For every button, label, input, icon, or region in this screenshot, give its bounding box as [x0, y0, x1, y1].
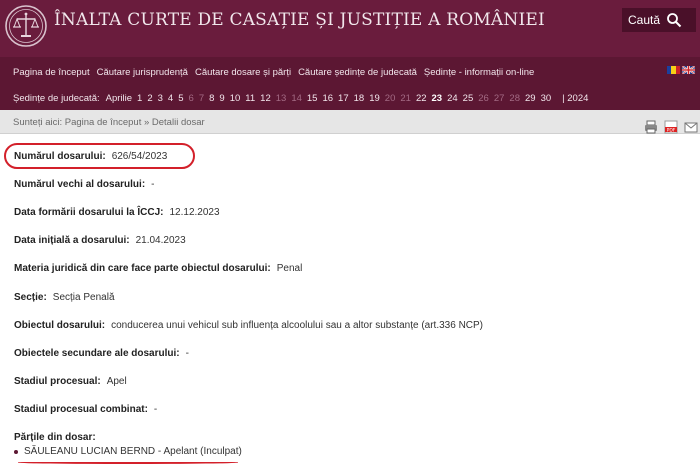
session-day-21[interactable]: 21 [400, 93, 411, 104]
party-underline-highlight [18, 461, 238, 464]
session-day-26[interactable]: 26 [478, 93, 489, 104]
session-day-29[interactable]: 29 [525, 93, 536, 104]
nav-item-home[interactable]: Pagina de început [13, 67, 90, 78]
session-day-9[interactable]: 9 [219, 93, 224, 104]
scales-of-justice-logo[interactable] [4, 4, 48, 48]
detail-legal-matter: Materia juridică din care face parte obi… [14, 263, 303, 274]
session-day-13[interactable]: 13 [276, 93, 287, 104]
detail-procedural-stage: Stadiul procesual: Apel [14, 376, 127, 387]
site-title[interactable]: ÎNALTA CURTE DE CASAȚIE ȘI JUSTIȚIE A RO… [54, 10, 545, 30]
session-day-11[interactable]: 11 [245, 93, 255, 104]
site-header: ÎNALTA CURTE DE CASAȚIE ȘI JUSTIȚIE A RO… [0, 0, 700, 57]
sessions-year[interactable]: | 2024 [562, 93, 588, 104]
email-icon[interactable] [684, 120, 698, 134]
session-day-25[interactable]: 25 [463, 93, 474, 104]
session-day-10[interactable]: 10 [230, 93, 241, 104]
bullet-icon [14, 449, 18, 454]
uk-flag-icon[interactable] [682, 66, 695, 74]
session-day-8[interactable]: 8 [209, 93, 214, 104]
session-day-20[interactable]: 20 [385, 93, 396, 104]
sessions-bar: Ședințe de judecată: Aprilie 1 2 3 4 5 6 7 8 9 10… [0, 88, 700, 110]
session-day-15[interactable]: 15 [307, 93, 318, 104]
session-day-14[interactable]: 14 [291, 93, 302, 104]
breadcrumb-bar: Sunteți aici: Pagina de început » Detali… [0, 110, 700, 134]
detail-secondary-objects: Obiectele secundare ale dosarului: - [14, 348, 189, 359]
party-item[interactable]: SĂULEANU LUCIAN BERND - Apelant (Inculpa… [14, 446, 242, 457]
detail-section: Secție: Secția Penală [14, 292, 115, 303]
session-day-27[interactable]: 27 [494, 93, 505, 104]
print-icon[interactable] [644, 120, 658, 134]
session-day-2[interactable]: 2 [147, 93, 152, 104]
session-day-24[interactable]: 24 [447, 93, 458, 104]
session-day-12[interactable]: 12 [260, 93, 271, 104]
detail-formation-date: Data formării dosarului la ÎCCJ: 12.12.20… [14, 207, 220, 218]
nav-item-online-sessions[interactable]: Ședințe - informații on-line [424, 67, 534, 78]
sessions-month[interactable]: Aprilie [106, 93, 132, 104]
session-day-5[interactable]: 5 [178, 93, 183, 104]
search-button[interactable]: Caută [622, 8, 696, 32]
pdf-icon[interactable]: PDF [664, 120, 678, 134]
session-day-1[interactable]: 1 [137, 93, 142, 104]
session-day-4[interactable]: 4 [168, 93, 173, 104]
breadcrumb[interactable]: Sunteți aici: Pagina de început » Detali… [13, 117, 205, 128]
nav-item-jurisprudence[interactable]: Căutare jurisprudență [97, 67, 188, 78]
session-day-18[interactable]: 18 [354, 93, 365, 104]
session-day-16[interactable]: 16 [322, 93, 333, 104]
romania-flag-icon[interactable] [667, 66, 680, 74]
session-day-6[interactable]: 6 [189, 93, 194, 104]
sessions-label: Ședințe de judecată: [13, 93, 100, 104]
detail-case-number: Numărul dosarului: 626/54/2023 [14, 151, 168, 162]
nav-item-case-search[interactable]: Căutare dosare și părți [195, 67, 291, 78]
session-day-3[interactable]: 3 [158, 93, 163, 104]
parties-label: Părțile din dosar: [14, 432, 96, 443]
detail-combined-stage: Stadiul procesual combinat: - [14, 404, 158, 415]
session-day-30[interactable]: 30 [541, 93, 552, 104]
session-day-7[interactable]: 7 [199, 93, 204, 104]
page-tools: PDF [644, 120, 698, 134]
session-day-28[interactable]: 28 [509, 93, 520, 104]
session-day-23[interactable]: 23 [432, 93, 443, 104]
main-nav: Pagina de început Căutare jurisprudență … [0, 57, 700, 88]
session-day-22[interactable]: 22 [416, 93, 427, 104]
detail-old-case-number: Numărul vechi al dosarului: - [14, 179, 155, 190]
search-label: Caută [628, 13, 661, 27]
session-day-19[interactable]: 19 [369, 93, 380, 104]
search-icon [667, 13, 682, 28]
session-day-17[interactable]: 17 [338, 93, 349, 104]
nav-item-session-search[interactable]: Căutare ședințe de judecată [298, 67, 417, 78]
detail-initial-date: Data inițială a dosarului: 21.04.2023 [14, 235, 186, 246]
detail-case-object: Obiectul dosarului: conducerea unui vehic… [14, 320, 484, 331]
party-name[interactable]: SĂULEANU LUCIAN BERND - Apelant (Inculpa… [24, 446, 242, 457]
svg-text:PDF: PDF [667, 127, 676, 133]
